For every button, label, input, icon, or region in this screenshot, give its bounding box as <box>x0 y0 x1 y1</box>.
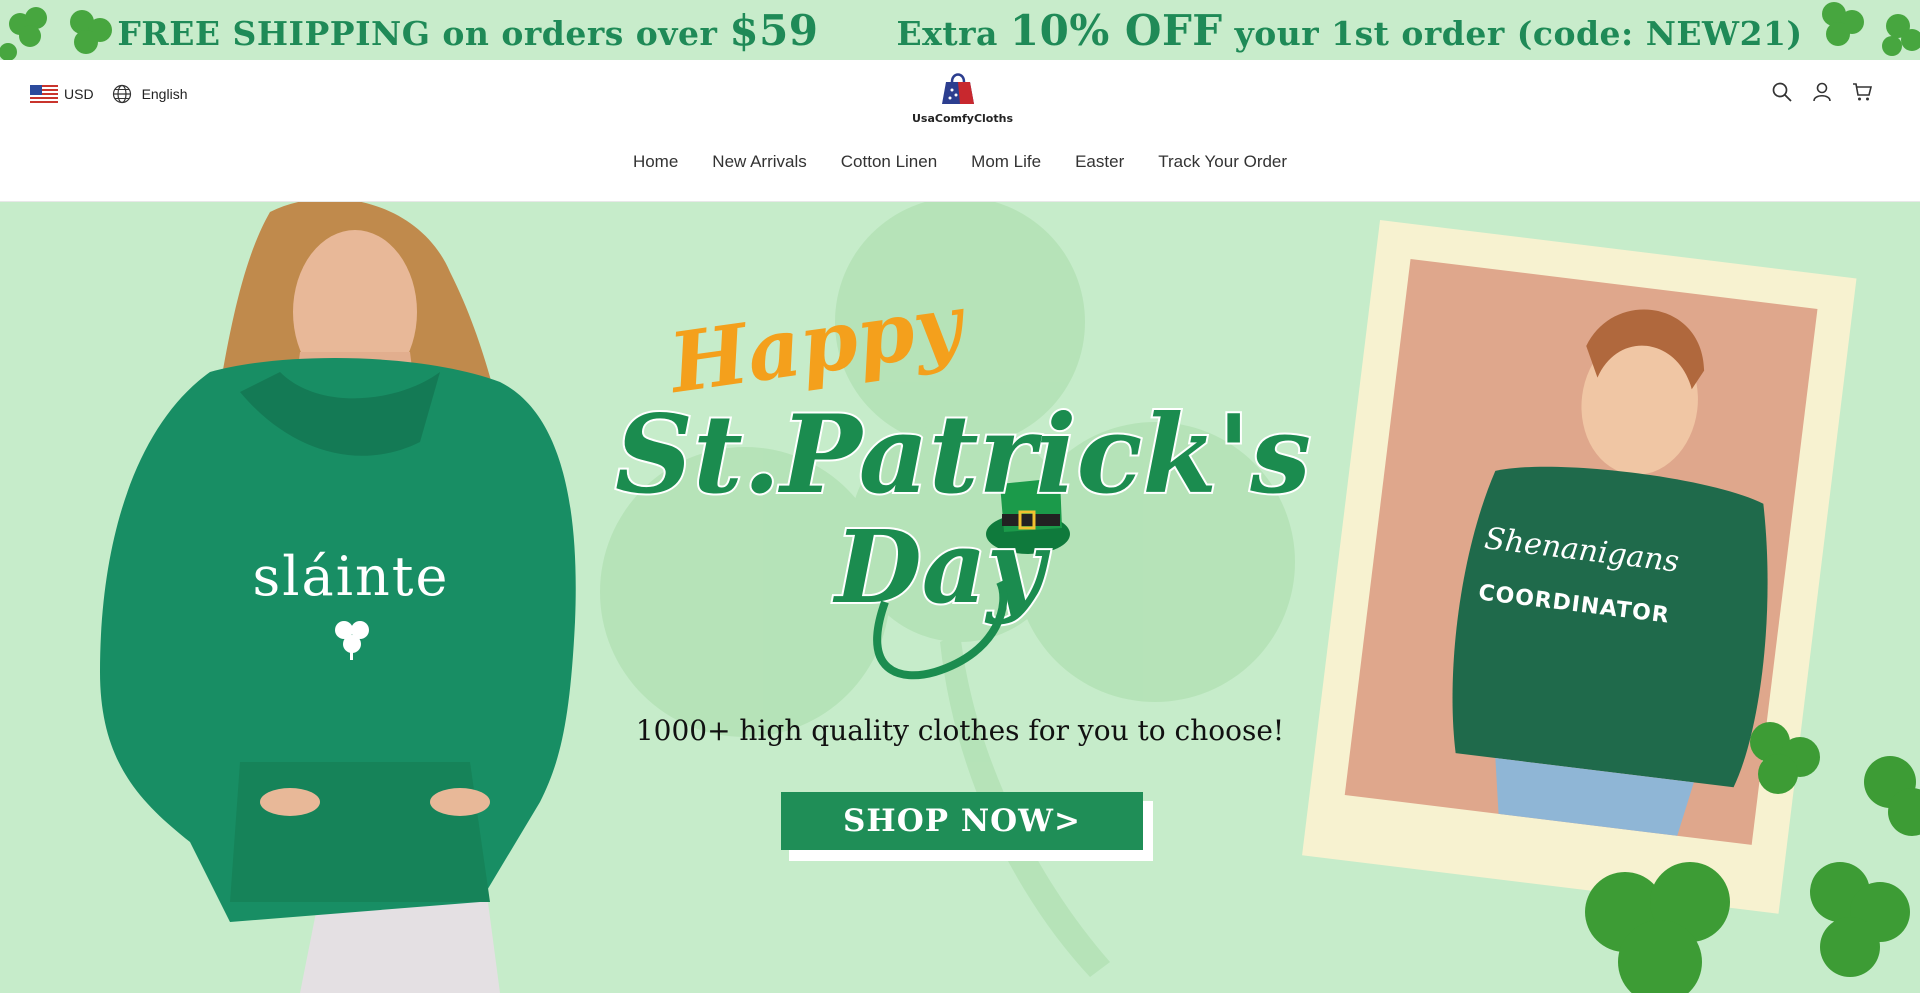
nav-item-new-arrivals[interactable]: New Arrivals <box>712 152 806 172</box>
shopping-bag-logo-icon <box>942 73 974 104</box>
announcement-text: FREE SHIPPING on orders over $59 Extra 1… <box>117 6 1803 55</box>
header-actions <box>1772 82 1873 102</box>
globe-icon[interactable] <box>112 84 132 104</box>
headline-main: St.Patrick's <box>615 392 1311 518</box>
search-icon[interactable] <box>1772 82 1792 102</box>
headline-day: Day <box>832 508 1051 626</box>
logo-text: UsaComfyCloths <box>912 112 1013 125</box>
site-header: USD English UsaComfyCloths Home New Arri… <box>0 60 1920 202</box>
us-flag-icon[interactable] <box>30 84 58 104</box>
nav-item-home[interactable]: Home <box>633 152 678 172</box>
hero-banner[interactable]: Happy St.Patrick's Day sláinte Shenaniga… <box>0 202 1920 993</box>
account-icon[interactable] <box>1812 82 1832 102</box>
nav-item-cotton-linen[interactable]: Cotton Linen <box>841 152 937 172</box>
nav-item-track-order[interactable]: Track Your Order <box>1158 152 1287 172</box>
nav-item-mom-life[interactable]: Mom Life <box>971 152 1041 172</box>
language-selector[interactable]: English <box>142 86 188 102</box>
currency-selector[interactable]: USD <box>64 86 94 102</box>
locale-selector: USD English <box>30 84 187 104</box>
cart-icon[interactable] <box>1852 82 1873 102</box>
nav-item-easter[interactable]: Easter <box>1075 152 1124 172</box>
hero-tagline: 1000+ high quality clothes for you to ch… <box>635 714 1285 747</box>
main-nav: Home New Arrivals Cotton Linen Mom Life … <box>0 152 1920 172</box>
shop-now-cta: SHOP NOW> <box>781 792 1153 862</box>
site-logo[interactable]: UsaComfyCloths <box>912 68 1013 125</box>
announcement-bar: FREE SHIPPING on orders over $59 Extra 1… <box>0 0 1920 60</box>
hoodie-print-text: sláinte <box>252 545 450 608</box>
shop-now-button[interactable]: SHOP NOW> <box>781 792 1143 850</box>
